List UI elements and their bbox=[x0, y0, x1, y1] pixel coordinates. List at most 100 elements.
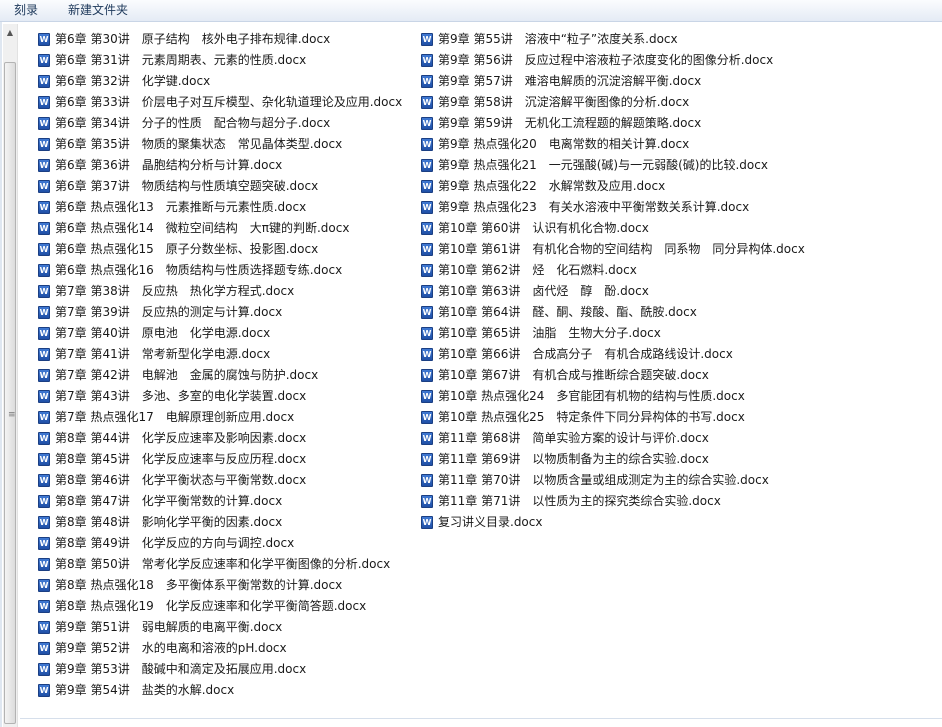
file-item[interactable]: W 第9章 第58讲 沉淀溶解平衡图像的分析.docx bbox=[421, 92, 805, 113]
file-name: 第6章 热点强化15 原子分数坐标、投影图.docx bbox=[55, 242, 319, 256]
file-item[interactable]: W 第9章 第54讲 盐类的水解.docx bbox=[38, 680, 402, 701]
file-item[interactable]: W 第7章 第39讲 反应热的测定与计算.docx bbox=[38, 302, 402, 323]
file-item[interactable]: W 第6章 第34讲 分子的性质 配合物与超分子.docx bbox=[38, 113, 402, 134]
word-document-icon: W bbox=[38, 285, 50, 298]
file-name: 第9章 热点强化21 一元强酸(碱)与一元弱酸(碱)的比较.docx bbox=[438, 158, 768, 172]
file-item[interactable]: W 第6章 第37讲 物质结构与性质填空题突破.docx bbox=[38, 176, 402, 197]
scrollbar-thumb[interactable]: ≡ bbox=[4, 62, 16, 724]
file-item[interactable]: W 第6章 第32讲 化学键.docx bbox=[38, 71, 402, 92]
file-item[interactable]: W 第10章 第62讲 烃 化石燃料.docx bbox=[421, 260, 805, 281]
file-item[interactable]: W 第6章 第31讲 元素周期表、元素的性质.docx bbox=[38, 50, 402, 71]
file-item[interactable]: W 第8章 第45讲 化学反应速率与反应历程.docx bbox=[38, 449, 402, 470]
word-document-icon: W bbox=[38, 159, 50, 172]
word-document-icon: W bbox=[38, 348, 50, 361]
word-document-icon: W bbox=[421, 306, 433, 319]
word-document-icon: W bbox=[421, 348, 433, 361]
file-item[interactable]: W 第9章 第53讲 酸碱中和滴定及拓展应用.docx bbox=[38, 659, 402, 680]
file-item[interactable]: W 第6章 热点强化16 物质结构与性质选择题专练.docx bbox=[38, 260, 402, 281]
file-item[interactable]: W 第7章 第42讲 电解池 金属的腐蚀与防护.docx bbox=[38, 365, 402, 386]
file-item[interactable]: W 第7章 第40讲 原电池 化学电源.docx bbox=[38, 323, 402, 344]
file-name: 第9章 第51讲 弱电解质的电离平衡.docx bbox=[55, 620, 283, 634]
word-document-icon: W bbox=[38, 537, 50, 550]
file-item[interactable]: W 第10章 热点强化25 特定条件下同分异构体的书写.docx bbox=[421, 407, 805, 428]
file-item[interactable]: W 第8章 第50讲 常考化学反应速率和化学平衡图像的分析.docx bbox=[38, 554, 402, 575]
file-item[interactable]: W 第11章 第69讲 以物质制备为主的综合实验.docx bbox=[421, 449, 805, 470]
word-document-icon: W bbox=[38, 306, 50, 319]
file-item[interactable]: W 第11章 第71讲 以性质为主的探究类综合实验.docx bbox=[421, 491, 805, 512]
file-item[interactable]: W 第9章 第52讲 水的电离和溶液的pH.docx bbox=[38, 638, 402, 659]
file-item[interactable]: W 第10章 第63讲 卤代烃 醇 酚.docx bbox=[421, 281, 805, 302]
file-item[interactable]: W 第9章 热点强化20 电离常数的相关计算.docx bbox=[421, 134, 805, 155]
file-item[interactable]: W 第10章 第67讲 有机合成与推断综合题突破.docx bbox=[421, 365, 805, 386]
file-item[interactable]: W 第8章 第48讲 影响化学平衡的因素.docx bbox=[38, 512, 402, 533]
file-name: 第11章 第70讲 以物质含量或组成测定为主的综合实验.docx bbox=[438, 473, 769, 487]
file-item[interactable]: W 复习讲义目录.docx bbox=[421, 512, 805, 533]
word-document-icon: W bbox=[38, 474, 50, 487]
file-name: 第7章 热点强化17 电解原理创新应用.docx bbox=[55, 410, 295, 424]
file-name: 第8章 热点强化18 多平衡体系平衡常数的计算.docx bbox=[55, 578, 343, 592]
new-folder-button[interactable]: 新建文件夹 bbox=[64, 2, 132, 19]
word-document-icon: W bbox=[38, 369, 50, 382]
vertical-scrollbar[interactable]: ▲ ≡ bbox=[3, 24, 18, 727]
file-item[interactable]: W 第10章 第60讲 认识有机化合物.docx bbox=[421, 218, 805, 239]
file-item[interactable]: W 第11章 第70讲 以物质含量或组成测定为主的综合实验.docx bbox=[421, 470, 805, 491]
word-document-icon: W bbox=[421, 390, 433, 403]
file-item[interactable]: W 第10章 第66讲 合成高分子 有机合成路线设计.docx bbox=[421, 344, 805, 365]
file-name: 第9章 第52讲 水的电离和溶液的pH.docx bbox=[55, 641, 287, 655]
file-name: 第9章 热点强化20 电离常数的相关计算.docx bbox=[438, 137, 690, 151]
file-item[interactable]: W 第6章 第35讲 物质的聚集状态 常见晶体类型.docx bbox=[38, 134, 402, 155]
file-item[interactable]: W 第11章 第68讲 简单实验方案的设计与评价.docx bbox=[421, 428, 805, 449]
word-document-icon: W bbox=[38, 453, 50, 466]
file-item[interactable]: W 第9章 第55讲 溶液中“粒子”浓度关系.docx bbox=[421, 29, 805, 50]
file-item[interactable]: W 第9章 第59讲 无机化工流程题的解题策略.docx bbox=[421, 113, 805, 134]
file-item[interactable]: W 第6章 热点强化15 原子分数坐标、投影图.docx bbox=[38, 239, 402, 260]
file-item[interactable]: W 第7章 第38讲 反应热 热化学方程式.docx bbox=[38, 281, 402, 302]
word-document-icon: W bbox=[38, 96, 50, 109]
file-item[interactable]: W 第7章 热点强化17 电解原理创新应用.docx bbox=[38, 407, 402, 428]
file-item[interactable]: W 第9章 第51讲 弱电解质的电离平衡.docx bbox=[38, 617, 402, 638]
file-item[interactable]: W 第8章 第46讲 化学平衡状态与平衡常数.docx bbox=[38, 470, 402, 491]
file-item[interactable]: W 第9章 热点强化23 有关水溶液中平衡常数关系计算.docx bbox=[421, 197, 805, 218]
file-item[interactable]: W 第9章 热点强化21 一元强酸(碱)与一元弱酸(碱)的比较.docx bbox=[421, 155, 805, 176]
file-item[interactable]: W 第9章 第56讲 反应过程中溶液粒子浓度变化的图像分析.docx bbox=[421, 50, 805, 71]
file-item[interactable]: W 第8章 热点强化18 多平衡体系平衡常数的计算.docx bbox=[38, 575, 402, 596]
file-item[interactable]: W 第8章 第47讲 化学平衡常数的计算.docx bbox=[38, 491, 402, 512]
word-document-icon: W bbox=[38, 558, 50, 571]
word-document-icon: W bbox=[421, 495, 433, 508]
file-item[interactable]: W 第6章 热点强化13 元素推断与元素性质.docx bbox=[38, 197, 402, 218]
scroll-up-arrow-icon[interactable]: ▲ bbox=[3, 26, 17, 40]
file-item[interactable]: W 第6章 热点强化14 微粒空间结构 大π键的判断.docx bbox=[38, 218, 402, 239]
file-column-2: W 第9章 第55讲 溶液中“粒子”浓度关系.docx W 第9章 第56讲 反应过程… bbox=[421, 29, 805, 533]
word-document-icon: W bbox=[38, 411, 50, 424]
file-item[interactable]: W 第7章 第41讲 常考新型化学电源.docx bbox=[38, 344, 402, 365]
file-name: 第10章 第64讲 醛、酮、羧酸、酯、酰胺.docx bbox=[438, 305, 697, 319]
file-name: 第7章 第39讲 反应热的测定与计算.docx bbox=[55, 305, 283, 319]
file-item[interactable]: W 第7章 第43讲 多池、多室的电化学装置.docx bbox=[38, 386, 402, 407]
file-item[interactable]: W 第9章 第57讲 难溶电解质的沉淀溶解平衡.docx bbox=[421, 71, 805, 92]
word-document-icon: W bbox=[421, 474, 433, 487]
file-name: 第8章 第46讲 化学平衡状态与平衡常数.docx bbox=[55, 473, 307, 487]
file-item[interactable]: W 第9章 热点强化22 水解常数及应用.docx bbox=[421, 176, 805, 197]
file-item[interactable]: W 第10章 热点强化24 多官能团有机物的结构与性质.docx bbox=[421, 386, 805, 407]
file-name: 第10章 第63讲 卤代烃 醇 酚.docx bbox=[438, 284, 649, 298]
file-name: 第7章 第42讲 电解池 金属的腐蚀与防护.docx bbox=[55, 368, 319, 382]
file-name: 第8章 第49讲 化学反应的方向与调控.docx bbox=[55, 536, 295, 550]
file-item[interactable]: W 第10章 第61讲 有机化合物的空间结构 同系物 同分异构体.docx bbox=[421, 239, 805, 260]
file-item[interactable]: W 第10章 第65讲 油脂 生物大分子.docx bbox=[421, 323, 805, 344]
burn-button[interactable]: 刻录 bbox=[10, 2, 42, 19]
file-name: 第10章 第66讲 合成高分子 有机合成路线设计.docx bbox=[438, 347, 733, 361]
file-item[interactable]: W 第6章 第36讲 晶胞结构分析与计算.docx bbox=[38, 155, 402, 176]
file-item[interactable]: W 第8章 第44讲 化学反应速率及影响因素.docx bbox=[38, 428, 402, 449]
word-document-icon: W bbox=[421, 369, 433, 382]
file-item[interactable]: W 第10章 第64讲 醛、酮、羧酸、酯、酰胺.docx bbox=[421, 302, 805, 323]
word-document-icon: W bbox=[421, 33, 433, 46]
file-name: 第6章 热点强化16 物质结构与性质选择题专练.docx bbox=[55, 263, 343, 277]
file-item[interactable]: W 第6章 第30讲 原子结构 核外电子排布规律.docx bbox=[38, 29, 402, 50]
file-item[interactable]: W 第8章 第49讲 化学反应的方向与调控.docx bbox=[38, 533, 402, 554]
file-name: 第6章 第34讲 分子的性质 配合物与超分子.docx bbox=[55, 116, 331, 130]
word-document-icon: W bbox=[421, 96, 433, 109]
file-item[interactable]: W 第6章 第33讲 价层电子对互斥模型、杂化轨道理论及应用.docx bbox=[38, 92, 402, 113]
file-item[interactable]: W 第8章 热点强化19 化学反应速率和化学平衡简答题.docx bbox=[38, 596, 402, 617]
word-document-icon: W bbox=[421, 327, 433, 340]
file-name: 第10章 第60讲 认识有机化合物.docx bbox=[438, 221, 649, 235]
